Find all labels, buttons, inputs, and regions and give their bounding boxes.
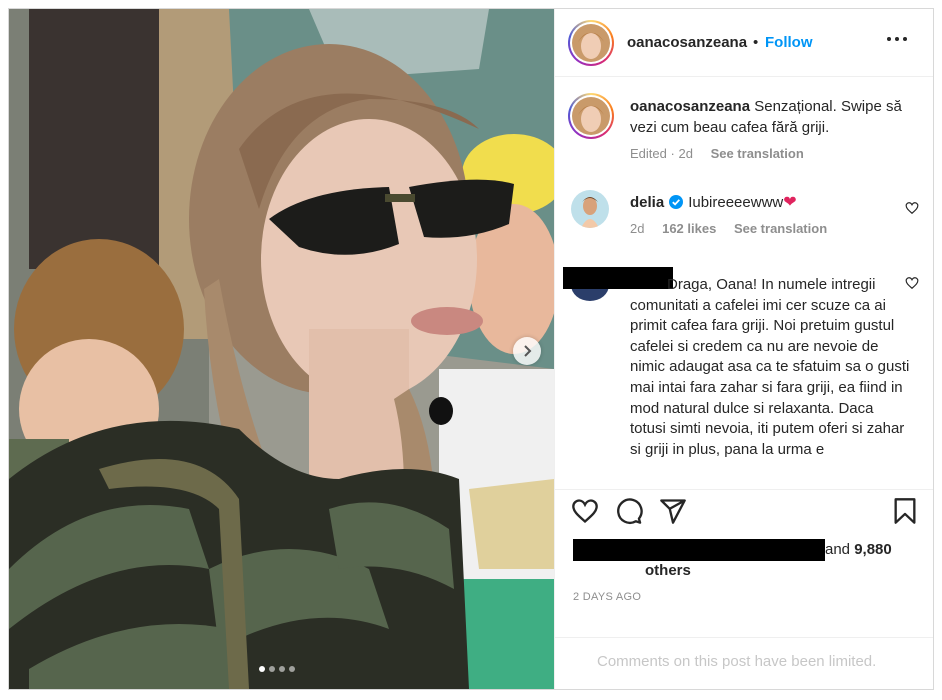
comments-limited-notice: Comments on this post have been limited. [597, 653, 877, 670]
comment-2-text: Draga, Oana! In numele intregii comunita… [630, 276, 910, 458]
comment-1-text: Iubireeeewww [688, 193, 784, 211]
likes-summary[interactable]: and 9,880 [825, 541, 892, 558]
comment-1-like-heart-icon[interactable] [905, 201, 919, 215]
redacted-liker-names [573, 539, 825, 561]
bookmark-icon[interactable] [891, 497, 919, 525]
post-dialog: oanacosanzeana • Follow oanacosanzeana S… [8, 8, 934, 690]
comment-icon[interactable] [615, 497, 643, 525]
author-avatar[interactable] [568, 20, 614, 66]
carousel-dot [259, 666, 265, 672]
next-photo-button[interactable] [513, 337, 541, 365]
caption-meta: Edited · 2d See translation [630, 146, 804, 161]
likes-count: 9,880 [854, 541, 892, 558]
header-separator: • [753, 34, 759, 51]
caption-body: oanacosanzeana Senzațional. Swipe să vez… [630, 97, 920, 138]
comment-1-username[interactable]: delia [630, 194, 664, 211]
post-photo[interactable] [9, 9, 554, 689]
comment-1-likes[interactable]: 162 likes [662, 221, 716, 236]
commenter-avatar[interactable] [571, 190, 609, 228]
commenter-avatar-image [571, 190, 609, 228]
caption-username[interactable]: oanacosanzeana [630, 98, 750, 115]
heart-emoji: ❤ [783, 194, 797, 211]
post-timestamp[interactable]: 2 DAYS AGO [573, 591, 641, 603]
comment-1-meta: 2d 162 likes See translation [630, 221, 827, 236]
likes-and: and [825, 541, 851, 558]
send-icon[interactable] [659, 497, 687, 525]
follow-button[interactable]: Follow [765, 34, 813, 51]
likes-others-label: others [645, 562, 691, 579]
caption-see-translation[interactable]: See translation [711, 146, 804, 161]
meta-dot: · [670, 146, 675, 161]
chevron-right-icon [524, 345, 532, 357]
author-avatar-image [572, 24, 610, 62]
caption-avatar-image [572, 97, 610, 135]
caption-age: 2d [678, 146, 693, 161]
comment-2-like-heart-icon[interactable] [905, 276, 919, 290]
carousel-dot [269, 666, 275, 672]
selfie-image [9, 9, 554, 689]
caption-edited: Edited [630, 146, 667, 161]
more-options-icon[interactable] [887, 37, 909, 47]
heart-icon[interactable] [571, 497, 599, 525]
comment-1-age: 2d [630, 221, 645, 236]
comment-1-see-translation[interactable]: See translation [734, 221, 827, 236]
action-bar-divider [555, 489, 933, 491]
post-header: oanacosanzeana • Follow [555, 9, 933, 77]
carousel-dots [259, 666, 295, 672]
post-side-panel: oanacosanzeana • Follow oanacosanzeana S… [554, 9, 933, 689]
comment-1-body: delia Iubireeeewww ❤ [630, 192, 797, 212]
likes-others[interactable]: others [645, 562, 691, 579]
caption-avatar[interactable] [568, 93, 614, 139]
verified-badge-icon [669, 195, 684, 209]
author-username[interactable]: oanacosanzeana [627, 34, 747, 51]
carousel-dot [279, 666, 285, 672]
carousel-dot [289, 666, 295, 672]
comments-footer: Comments on this post have been limited. [555, 637, 933, 689]
